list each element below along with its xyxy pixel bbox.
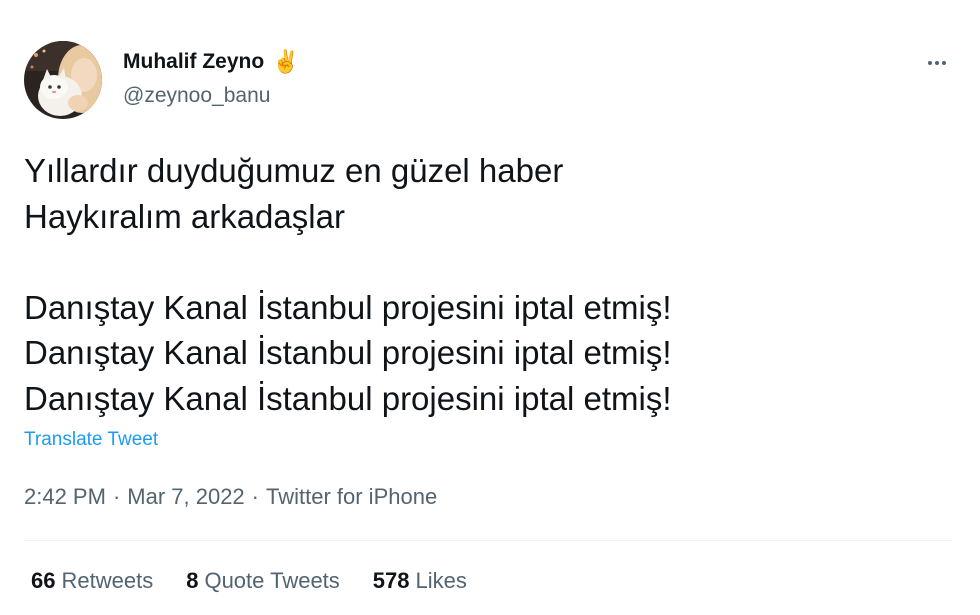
author-name-row: Muhalif Zeyno ✌️ (123, 47, 300, 77)
more-options-button[interactable] (920, 46, 954, 80)
tweet-text: Yıllardır duyduğumuz en güzel haber Hayk… (24, 148, 954, 421)
tweet-metadata: 2:42 PM · Mar 7, 2022 · Twitter for iPho… (24, 484, 437, 510)
more-options-icon (928, 61, 946, 65)
tweet-text-line: Danıştay Kanal İstanbul projesini iptal … (24, 334, 672, 371)
likes-label: Likes (415, 568, 467, 593)
avatar-photo (24, 41, 102, 119)
likes-count: 578 (372, 568, 410, 593)
quote-tweets-count: 8 (186, 568, 199, 593)
tweet-text-line (24, 239, 954, 285)
meta-separator: · (251, 484, 259, 509)
meta-separator: · (112, 484, 121, 509)
divider (24, 540, 952, 541)
retweets-count: 66 (31, 568, 56, 593)
avatar[interactable] (24, 41, 102, 119)
tweet-text-line: Yıllardır duyduğumuz en güzel haber (24, 152, 564, 189)
tweet-text-line: Danıştay Kanal İstanbul projesini iptal … (24, 288, 672, 326)
author-display-name[interactable]: Muhalif Zeyno (123, 50, 264, 74)
translate-tweet-link[interactable]: Translate Tweet (24, 429, 158, 451)
tweet-time[interactable]: 2:42 PM (24, 484, 106, 510)
tweet-source[interactable]: Twitter for iPhone (266, 484, 437, 510)
tweet-date[interactable]: Mar 7, 2022 (127, 484, 244, 510)
likes-stat[interactable]: 578 Likes (373, 568, 467, 594)
tweet-text-line: Haykıralım arkadaşlar (24, 197, 345, 235)
victory-hand-emoji: ✌️ (272, 49, 300, 74)
quote-tweets-stat[interactable]: 8 Quote Tweets (186, 568, 340, 594)
retweets-label: Retweets (61, 568, 154, 593)
tweet-card: Muhalif Zeyno ✌️ @zeynoo_banu Yıllardır … (0, 0, 980, 615)
tweet-text-line: Danıştay Kanal İstanbul projesini iptal … (24, 379, 672, 417)
retweets-stat[interactable]: 66 Retweets (31, 568, 153, 594)
tweet-stats: 66 Retweets 8 Quote Tweets 578 Likes (31, 568, 467, 594)
quote-tweets-label: Quote Tweets (204, 568, 340, 593)
author-handle[interactable]: @zeynoo_banu (123, 84, 270, 108)
